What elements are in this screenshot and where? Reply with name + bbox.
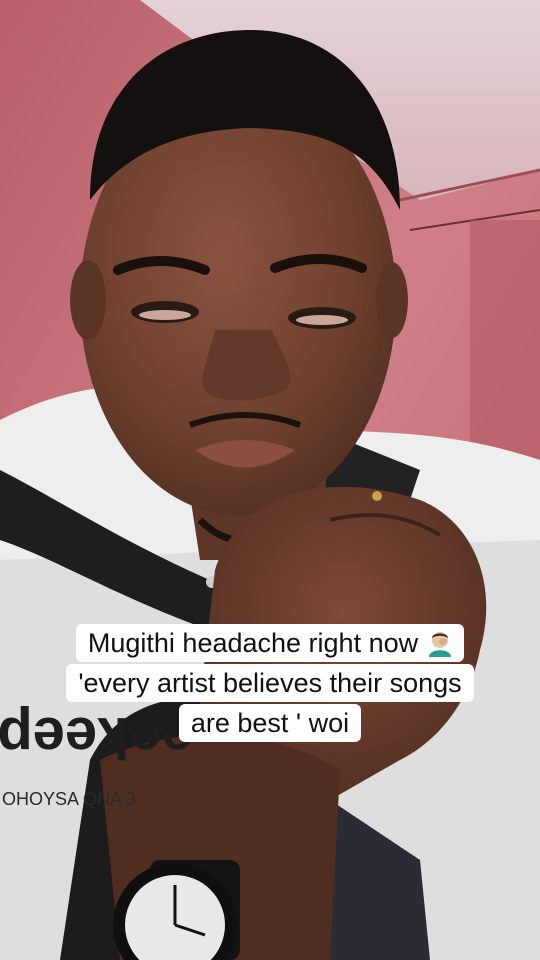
video-caption: Mugithi headache right now 'every artist… [0, 624, 540, 742]
man-facepalming-emoji-icon [429, 632, 452, 657]
caption-line: are best ' woi [178, 704, 362, 742]
caption-line: Mugithi headache right now [75, 624, 465, 662]
ear-left [70, 260, 106, 340]
eye-right-white [296, 315, 348, 325]
ear-right [376, 262, 408, 338]
caption-text: 'every artist believes their songs [78, 668, 462, 698]
ring [372, 491, 382, 501]
shirt-print-tagline: OHOYSA QNA 3 [2, 789, 136, 809]
caption-text: Mugithi headache right now [87, 628, 419, 658]
caption-text: are best ' woi [190, 708, 350, 738]
caption-line: 'every artist believes their songs [66, 664, 474, 702]
video-frame: eekeep OHOYSA QNA 3 [0, 0, 540, 960]
eye-left-white [139, 310, 191, 320]
